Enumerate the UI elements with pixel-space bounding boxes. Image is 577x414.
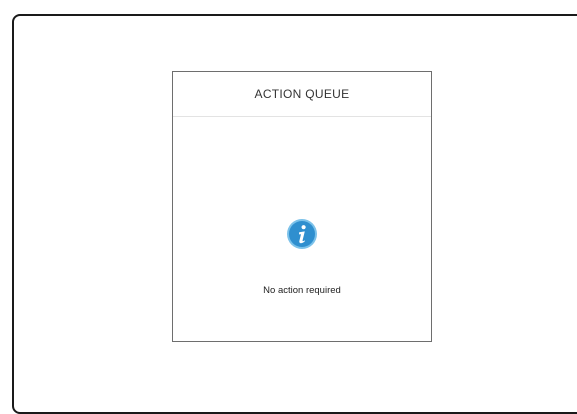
action-queue-panel: ACTION QUEUE No action required	[172, 71, 432, 342]
panel-body: No action required	[173, 117, 431, 341]
info-icon	[287, 219, 317, 249]
panel-header: ACTION QUEUE	[173, 72, 431, 117]
panel-title: ACTION QUEUE	[254, 87, 350, 101]
status-text: No action required	[263, 285, 341, 296]
